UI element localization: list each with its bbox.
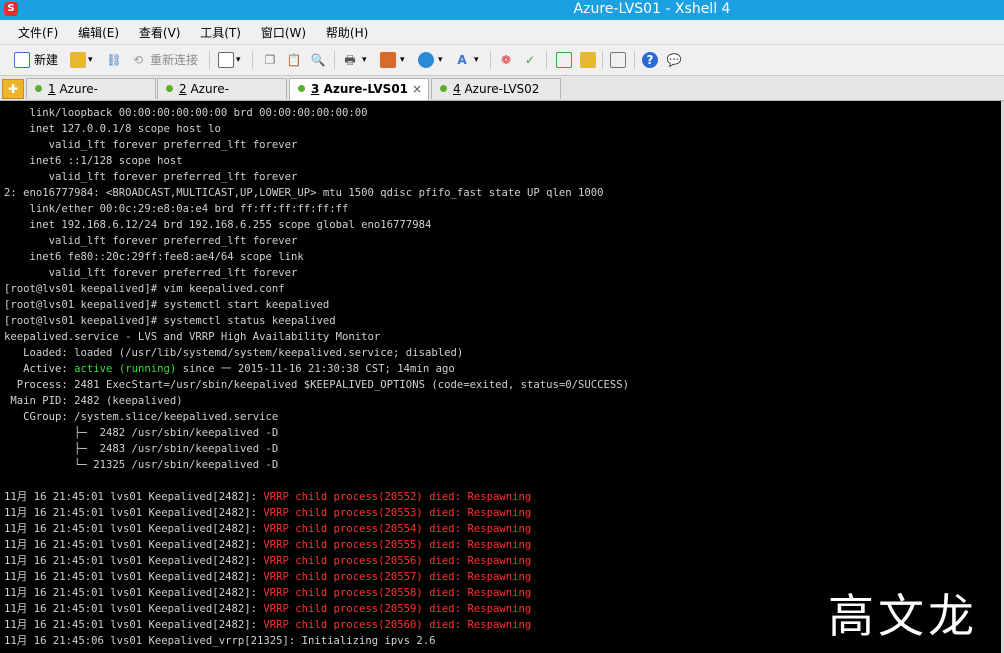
terminal-line: valid_lft forever preferred_lft forever — [4, 267, 298, 279]
terminal-line: └─ 21325 /usr/sbin/keepalived -D — [4, 459, 279, 471]
menu-edit[interactable]: 编辑(E) — [70, 20, 127, 44]
paste-icon[interactable]: 📋 — [286, 52, 302, 68]
window-title: Azure-LVS01 - Xshell 4 — [573, 1, 731, 17]
tab-azure-nginx02[interactable]: 2 Azure-Nginx02 — [157, 78, 287, 116]
open-folder-icon[interactable] — [70, 52, 86, 68]
terminal-line: valid_lft forever preferred_lft forever — [4, 171, 298, 183]
terminal-line: inet 192.168.6.12/24 brd 192.168.6.255 s… — [4, 219, 432, 231]
title-bar: S Azure-LVS01 - Xshell 4 — [0, 0, 1004, 20]
transfer-icon[interactable] — [380, 52, 396, 68]
terminal-line: CGroup: /system.slice/keepalived.service — [4, 411, 279, 423]
terminal-line: keepalived.service - LVS and VRRP High A… — [4, 331, 381, 343]
connected-dot-icon — [35, 85, 42, 92]
terminal-line: Active: active (running) since 一 2015-11… — [4, 363, 455, 375]
add-tab-icon[interactable]: ✚ — [2, 79, 24, 99]
print-dropdown-icon[interactable]: ▾ — [362, 50, 367, 70]
terminal-line: [root@lvs01 keepalived]# systemctl start… — [4, 299, 330, 311]
tab-azure-lvs02[interactable]: 4 Azure-LVS02 — [431, 78, 561, 99]
find-icon[interactable]: 🔍 — [310, 52, 326, 68]
terminal-line: valid_lft forever preferred_lft forever — [4, 139, 298, 151]
tab-azure-nginx01[interactable]: 1 Azure-Nginx01 — [26, 78, 156, 116]
menu-bar: 文件(F) 编辑(E) 查看(V) 工具(T) 窗口(W) 帮助(H) — [0, 20, 1004, 45]
terminal-line: 11月 16 21:45:01 lvs01 Keepalived[2482]: … — [4, 539, 532, 551]
help-icon[interactable]: ? — [642, 52, 658, 68]
menu-tools[interactable]: 工具(T) — [192, 20, 249, 44]
menu-window[interactable]: 窗口(W) — [253, 20, 314, 44]
terminal-line: ├─ 2483 /usr/sbin/keepalived -D — [4, 443, 279, 455]
terminal-line: inet 127.0.0.1/8 scope host lo — [4, 123, 221, 135]
new-session-icon — [14, 52, 30, 68]
terminal-line: 11月 16 21:45:01 lvs01 Keepalived[2482]: … — [4, 555, 532, 567]
reconnect-icon[interactable]: ⟲ — [130, 52, 146, 68]
terminal-line: 2: eno16777984: <BROADCAST,MULTICAST,UP,… — [4, 187, 604, 199]
terminal-line: 11月 16 21:45:01 lvs01 Keepalived[2482]: … — [4, 587, 532, 599]
connected-dot-icon — [166, 85, 173, 92]
xftp-icon[interactable]: ❁ — [498, 52, 514, 68]
connected-dot-icon — [298, 85, 305, 92]
terminal-line: 11月 16 21:45:01 lvs01 Keepalived[2482]: … — [4, 507, 532, 519]
font-dropdown-icon[interactable]: ▾ — [474, 50, 479, 70]
terminal-line: 11月 16 21:45:01 lvs01 Keepalived[2482]: … — [4, 491, 532, 503]
terminal-line: inet6 fe80::20c:29ff:fee8:ae4/64 scope l… — [4, 251, 304, 263]
layout-icon[interactable] — [556, 52, 572, 68]
terminal-line: valid_lft forever preferred_lft forever — [4, 235, 298, 247]
watermark-text: 高文龙 — [828, 589, 978, 643]
connect-link-icon[interactable]: ⛓ — [106, 52, 122, 68]
properties-icon[interactable] — [218, 52, 234, 68]
terminal-line: link/loopback 00:00:00:00:00:00 brd 00:0… — [4, 107, 368, 119]
transfer-dropdown-icon[interactable]: ▾ — [400, 50, 405, 70]
terminal-line: 11月 16 21:45:01 lvs01 Keepalived[2482]: … — [4, 571, 532, 583]
copy-icon[interactable]: ❐ — [262, 52, 278, 68]
session-tab-bar: ✚ 1 Azure-Nginx01 2 Azure-Nginx02 3 Azur… — [0, 76, 1004, 116]
toolbar: 新建 ▾ ⛓ ⟲ 重新连接 ▾ ❐ 📋 🔍 🖶 ▾ ▾ ▾ A ▾ ❁ ✓ ? … — [0, 45, 1004, 76]
terminal-line: [root@lvs01 keepalived]# vim keepalived.… — [4, 283, 285, 295]
terminal-line: Loaded: loaded (/usr/lib/systemd/system/… — [4, 347, 464, 359]
terminal-line: link/ether 00:0c:29:e8:0a:e4 brd ff:ff:f… — [4, 203, 349, 215]
terminal-line: ├─ 2482 /usr/sbin/keepalived -D — [4, 427, 279, 439]
globe-icon[interactable] — [418, 52, 434, 68]
chat-bubble-icon[interactable]: 💬 — [666, 52, 682, 68]
terminal-line: 11月 16 21:45:01 lvs01 Keepalived[2482]: … — [4, 523, 532, 535]
terminal-line: 11月 16 21:45:01 lvs01 Keepalived[2482]: … — [4, 619, 532, 631]
font-icon[interactable]: A — [454, 52, 470, 68]
terminal-output[interactable]: link/loopback 00:00:00:00:00:00 brd 00:0… — [0, 101, 1001, 653]
keyboard-icon[interactable] — [610, 52, 626, 68]
close-tab-icon[interactable]: × — [412, 79, 422, 99]
connected-dot-icon — [440, 85, 447, 92]
xmanager-icon[interactable]: ✓ — [522, 52, 538, 68]
menu-file[interactable]: 文件(F) — [10, 20, 66, 44]
terminal-line: 11月 16 21:45:06 lvs01 Keepalived_vrrp[21… — [4, 635, 436, 647]
globe-dropdown-icon[interactable]: ▾ — [438, 50, 443, 70]
lock-icon[interactable] — [580, 52, 596, 68]
terminal-line: [root@lvs01 keepalived]# systemctl statu… — [4, 315, 336, 327]
tab-azure-lvs01[interactable]: 3 Azure-LVS01 × — [289, 78, 429, 100]
new-button[interactable]: 新建 — [34, 50, 58, 70]
menu-view[interactable]: 查看(V) — [131, 20, 189, 44]
print-icon[interactable]: 🖶 — [342, 52, 358, 68]
properties-dropdown-icon[interactable]: ▾ — [236, 50, 241, 70]
terminal-line: 11月 16 21:45:01 lvs01 Keepalived[2482]: … — [4, 603, 532, 615]
open-dropdown-icon[interactable]: ▾ — [88, 50, 93, 70]
menu-help[interactable]: 帮助(H) — [318, 20, 376, 44]
terminal-line: Main PID: 2482 (keepalived) — [4, 395, 183, 407]
terminal-line: Process: 2481 ExecStart=/usr/sbin/keepal… — [4, 379, 630, 391]
reconnect-button[interactable]: 重新连接 — [150, 50, 198, 70]
terminal-line: inet6 ::1/128 scope host — [4, 155, 183, 167]
